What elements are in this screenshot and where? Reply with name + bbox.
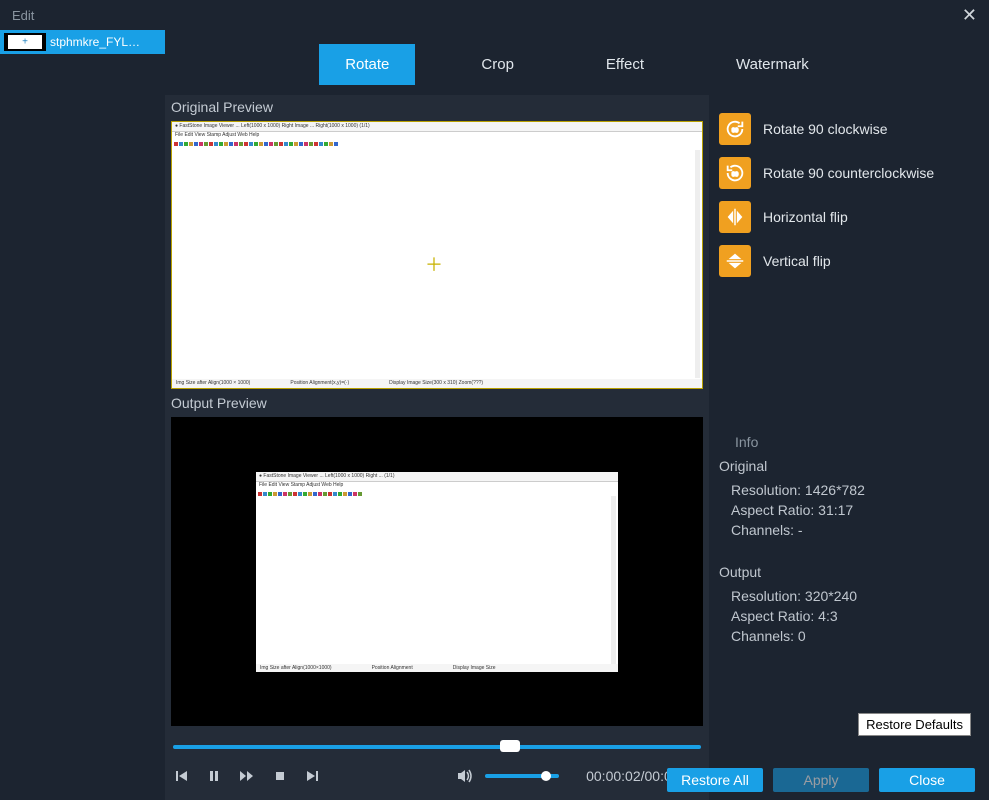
info-output-aspect: Aspect Ratio: 4:3 [719, 606, 979, 626]
tab-watermark[interactable]: Watermark [710, 44, 835, 85]
info-block: Info Original Resolution: 1426*782 Aspec… [719, 424, 979, 670]
vflip-button[interactable]: Vertical flip [719, 245, 979, 277]
original-preview[interactable]: ● FastStone Image Viewer ... Left(1000 x… [171, 121, 703, 389]
rotate-cw-label: Rotate 90 clockwise [763, 121, 888, 137]
tab-crop[interactable]: Crop [455, 44, 540, 85]
timeline-track [173, 745, 701, 749]
output-preview-holder: ● FastStone Image Viewer ... Left(1000 x… [171, 417, 703, 726]
rotate-ccw-icon: 90 [719, 157, 751, 189]
close-button[interactable]: Close [879, 768, 975, 792]
apply-button[interactable]: Apply [773, 768, 869, 792]
tab-effect[interactable]: Effect [580, 44, 670, 85]
content: Original Preview ● FastStone Image Viewe… [165, 95, 989, 800]
file-thumbnail [4, 33, 46, 51]
rotate-ccw-button[interactable]: 90 Rotate 90 counterclockwise [719, 157, 979, 189]
rotate-cw-button[interactable]: 90 Rotate 90 clockwise [719, 113, 979, 145]
hflip-label: Horizontal flip [763, 209, 848, 225]
restore-defaults-button[interactable]: Restore Defaults [858, 713, 971, 736]
hflip-button[interactable]: Horizontal flip [719, 201, 979, 233]
rotate-cw-icon: 90 [719, 113, 751, 145]
info-output-resolution: Resolution: 320*240 [719, 586, 979, 606]
tabs: Rotate Crop Effect Watermark [165, 30, 989, 95]
svg-text:90: 90 [732, 128, 738, 134]
info-original-resolution: Resolution: 1426*782 [719, 480, 979, 500]
hflip-icon [719, 201, 751, 233]
volume-thumb[interactable] [541, 771, 551, 781]
volume-icon[interactable] [457, 768, 475, 784]
tab-rotate[interactable]: Rotate [319, 44, 415, 85]
rotate-ccw-label: Rotate 90 counterclockwise [763, 165, 934, 181]
vflip-icon [719, 245, 751, 277]
svg-text:90: 90 [732, 172, 738, 178]
body: stphmkre_FYL… Rotate Crop Effect Waterma… [0, 30, 989, 800]
timeline[interactable] [173, 740, 701, 754]
output-preview: ● FastStone Image Viewer ... Left(1000 x… [256, 472, 618, 672]
fast-forward-icon[interactable] [239, 769, 255, 783]
preview-app-titlebar: ● FastStone Image Viewer ... Left(1000 x… [172, 122, 702, 132]
file-list-item[interactable]: stphmkre_FYL… [0, 30, 165, 54]
info-header: Info [735, 434, 979, 450]
restore-all-button[interactable]: Restore All [667, 768, 763, 792]
edit-window: Edit ✕ stphmkre_FYL… Rotate Crop Effect … [0, 0, 989, 800]
playback-controls: 00:00:02/00:00:03 [165, 760, 709, 792]
pause-icon[interactable] [207, 769, 221, 783]
stop-icon[interactable] [273, 769, 287, 783]
prev-icon[interactable] [175, 769, 189, 783]
vflip-label: Vertical flip [763, 253, 831, 269]
footer: Restore All Apply Close [667, 768, 975, 792]
info-original-channels: Channels: - [719, 520, 979, 540]
right-panel: 90 Rotate 90 clockwise 90 Rotate 90 coun… [709, 95, 989, 800]
preview-app-statusbar: Img Size after Align(1000 × 1000)Positio… [172, 379, 702, 388]
preview-scrollbar [695, 150, 700, 378]
volume-control [457, 768, 559, 784]
info-output: Output Resolution: 320*240 Aspect Ratio:… [719, 564, 979, 646]
crosshair-icon: ＋ [425, 251, 443, 277]
timeline-thumb[interactable] [500, 740, 520, 752]
close-icon[interactable]: ✕ [962, 5, 977, 26]
main: Rotate Crop Effect Watermark Original Pr… [165, 30, 989, 800]
previews: Original Preview ● FastStone Image Viewe… [165, 95, 709, 800]
titlebar: Edit ✕ [0, 0, 989, 30]
info-original-title: Original [719, 458, 979, 474]
info-original-aspect: Aspect Ratio: 31:17 [719, 500, 979, 520]
volume-slider[interactable] [485, 774, 559, 778]
info-original: Original Resolution: 1426*782 Aspect Rat… [719, 458, 979, 540]
window-title: Edit [12, 8, 34, 23]
preview-app-menu: File Edit View Stamp Adjust Web Help [172, 132, 702, 140]
info-output-channels: Channels: 0 [719, 626, 979, 646]
next-icon[interactable] [305, 769, 319, 783]
preview-app-toolbar [172, 140, 702, 148]
output-preview-label: Output Preview [165, 391, 709, 415]
info-output-title: Output [719, 564, 979, 580]
sidebar: stphmkre_FYL… [0, 30, 165, 800]
original-preview-label: Original Preview [165, 95, 709, 119]
preview-app-canvas: ＋ [174, 150, 694, 378]
file-name: stphmkre_FYL… [50, 35, 140, 49]
